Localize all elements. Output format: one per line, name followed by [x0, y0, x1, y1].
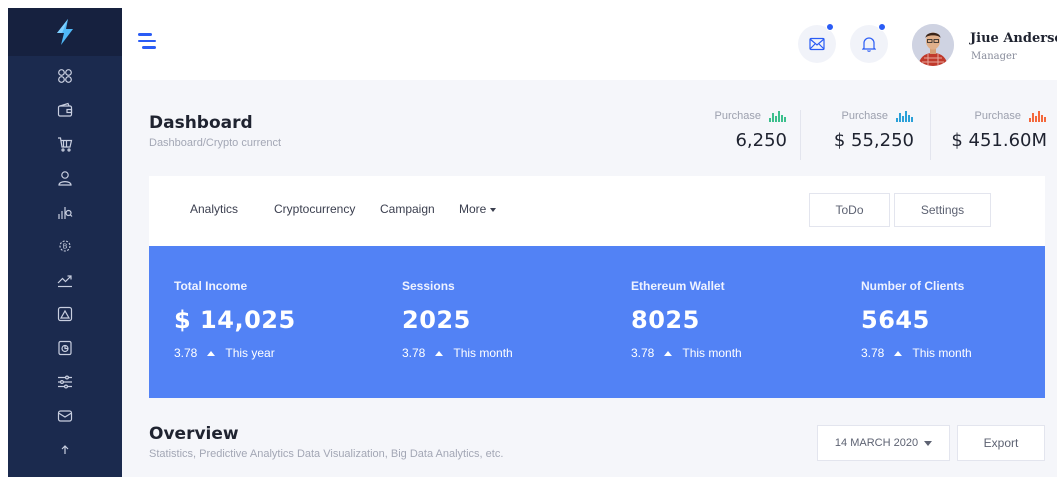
bolt-logo-icon	[57, 19, 73, 45]
sliders-icon[interactable]	[55, 372, 75, 392]
user-icon[interactable]	[55, 168, 75, 188]
stat-purchase-1: Purchase 6,250	[715, 110, 787, 151]
tab-more[interactable]: More	[459, 202, 497, 216]
main-content: Dashboard Dashboard/Crypto currenct Purc…	[122, 80, 1057, 477]
user-role: Manager	[971, 51, 1017, 62]
messages-button[interactable]	[798, 23, 836, 63]
bell-icon	[862, 37, 876, 52]
user-name[interactable]: Jiue Anderson	[970, 31, 1057, 46]
chevron-down-icon	[490, 207, 497, 212]
arrow-up-icon	[894, 350, 903, 356]
settings-button[interactable]: Settings	[894, 193, 991, 227]
sidebar: B	[8, 8, 122, 477]
stat-label: Purchase	[841, 110, 888, 122]
kpi-number-of-clients: Number of Clients 5645 3.78 This month	[861, 279, 972, 360]
arrow-up-icon	[435, 350, 444, 356]
kpi-period: This year	[225, 346, 275, 360]
notifications-badge	[878, 23, 886, 31]
mini-bar-chart-icon	[896, 111, 913, 122]
bar-chart-icon[interactable]	[55, 202, 75, 222]
menu-toggle-icon[interactable]	[138, 33, 158, 49]
kpi-total-income: Total Income $ 14,025 3.78 This year	[174, 279, 296, 360]
trend-icon[interactable]	[55, 270, 75, 290]
date-select[interactable]: 14 MARCH 2020	[817, 425, 950, 461]
envelope-icon	[809, 37, 825, 51]
kpi-change: 3.78	[861, 346, 885, 360]
kpi-value: $ 14,025	[174, 306, 296, 334]
messages-badge	[826, 23, 834, 31]
kpi-period: This month	[682, 346, 742, 360]
mini-bar-chart-icon	[769, 111, 786, 122]
apps-icon[interactable]	[55, 66, 75, 86]
kpi-label: Number of Clients	[861, 279, 965, 293]
stat-label: Purchase	[974, 110, 1021, 122]
image-icon[interactable]	[55, 304, 75, 324]
tab-campaign[interactable]: Campaign	[380, 202, 435, 216]
kpi-label: Total Income	[174, 279, 248, 293]
kpi-sessions: Sessions 2025 3.78 This month	[402, 279, 513, 360]
chevron-down-icon	[924, 440, 933, 446]
wallet-icon[interactable]	[55, 100, 75, 120]
date-select-label: 14 MARCH 2020	[834, 437, 919, 449]
kpi-value: 8025	[631, 306, 700, 334]
stat-value: $ 451.60M	[951, 130, 1047, 151]
kpi-label: Ethereum Wallet	[631, 279, 725, 293]
mini-bar-chart-icon	[1029, 111, 1046, 122]
kpi-change: 3.78	[631, 346, 655, 360]
kpi-change: 3.78	[402, 346, 426, 360]
overview-subtitle: Statistics, Predictive Analytics Data Vi…	[149, 448, 504, 460]
overview-title: Overview	[149, 424, 239, 444]
notifications-button[interactable]	[850, 23, 888, 63]
todo-button[interactable]: ToDo	[809, 193, 890, 227]
tab-analytics[interactable]: Analytics	[190, 202, 238, 216]
stat-value: $ 55,250	[833, 130, 914, 151]
kpi-change: 3.78	[174, 346, 198, 360]
kpi-ethereum-wallet: Ethereum Wallet 8025 3.78 This month	[631, 279, 742, 360]
bitcoin-icon[interactable]: B	[55, 236, 75, 256]
stat-purchase-3: Purchase $ 451.60M	[951, 110, 1047, 151]
stat-value: 6,250	[735, 130, 787, 151]
top-bar: Jiue Anderson Manager	[122, 8, 1057, 80]
mail-icon[interactable]	[55, 406, 75, 426]
tab-cryptocurrency[interactable]: Cryptocurrency	[274, 202, 355, 216]
kpi-period: This month	[453, 346, 513, 360]
tab-more-label: More	[459, 202, 487, 216]
cart-icon[interactable]	[55, 134, 75, 154]
page-title: Dashboard	[149, 113, 253, 133]
export-button[interactable]: Export	[957, 425, 1045, 461]
kpi-panel: Total Income $ 14,025 3.78 This year Sess…	[149, 246, 1045, 398]
avatar[interactable]	[912, 24, 954, 66]
stat-label: Purchase	[714, 110, 761, 122]
stat-divider	[800, 110, 801, 160]
svg-text:B: B	[63, 243, 68, 251]
stat-divider	[930, 110, 931, 160]
more-icon[interactable]	[55, 440, 75, 460]
file-icon[interactable]	[55, 338, 75, 358]
brand-logo[interactable]	[8, 8, 122, 56]
stat-purchase-2: Purchase $ 55,250	[834, 110, 914, 151]
kpi-value: 5645	[861, 306, 930, 334]
kpi-label: Sessions	[402, 279, 455, 293]
breadcrumb[interactable]: Dashboard/Crypto currenct	[149, 137, 281, 149]
arrow-up-icon	[664, 350, 673, 356]
tab-bar: Analytics Cryptocurrency Campaign More T…	[149, 176, 1045, 246]
arrow-up-icon	[207, 350, 216, 356]
kpi-period: This month	[912, 346, 972, 360]
kpi-value: 2025	[402, 306, 471, 334]
